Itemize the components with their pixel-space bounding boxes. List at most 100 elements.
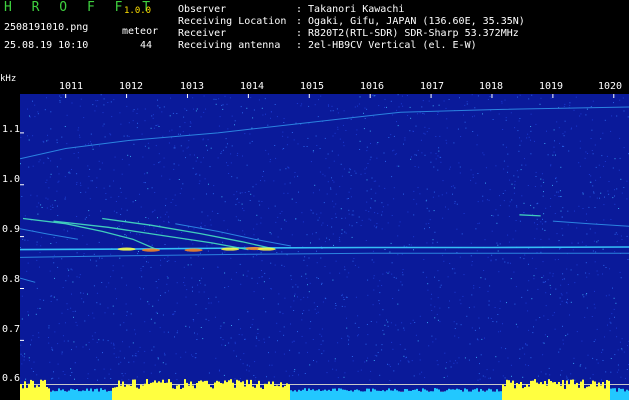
noise-speck (457, 128, 459, 130)
level-bar-sample (548, 379, 550, 400)
noise-speck (618, 208, 620, 209)
noise-speck (593, 192, 595, 194)
noise-speck (293, 300, 295, 302)
noise-speck (231, 278, 232, 280)
noise-speck (508, 205, 510, 207)
noise-speck (516, 170, 518, 172)
noise-speck (438, 280, 440, 282)
noise-speck (47, 157, 49, 159)
noise-speck (502, 258, 504, 260)
noise-speck (379, 314, 381, 316)
noise-speck (112, 265, 114, 267)
noise-speck (21, 196, 23, 197)
noise-speck (487, 290, 489, 292)
level-bar-sample (230, 379, 232, 400)
noise-speck (478, 373, 480, 375)
info-value: : Takanori Kawachi (296, 4, 405, 15)
info-value: : R820T2(RTL-SDR) SDR-Sharp 53.372MHz (296, 28, 519, 39)
level-bar-sample (284, 385, 286, 400)
noise-speck (623, 110, 625, 112)
noise-speck (28, 166, 30, 168)
noise-speck (275, 221, 277, 223)
level-bar-sample (392, 390, 394, 400)
noise-speck (28, 357, 30, 359)
noise-speck (126, 135, 128, 137)
noise-speck (120, 214, 122, 215)
noise-speck (511, 183, 513, 185)
noise-speck (24, 215, 26, 217)
noise-speck (440, 161, 442, 163)
noise-speck (569, 104, 571, 106)
noise-speck (161, 232, 163, 234)
noise-speck (208, 372, 210, 374)
noise-speck (591, 119, 593, 121)
noise-speck (541, 173, 543, 175)
noise-speck (252, 186, 254, 188)
noise-speck (174, 311, 176, 313)
noise-speck (476, 144, 478, 146)
level-bar-sample (574, 384, 576, 400)
noise-speck (480, 354, 482, 356)
noise-speck (186, 289, 188, 291)
noise-speck (28, 360, 30, 362)
noise-speck (33, 361, 35, 363)
noise-speck (396, 121, 397, 123)
noise-speck (329, 272, 331, 274)
noise-speck (180, 188, 182, 190)
noise-speck (598, 164, 600, 166)
noise-speck (103, 98, 105, 100)
noise-speck (526, 137, 528, 139)
x-tick-label: 1014 (240, 81, 265, 92)
noise-speck (192, 290, 193, 292)
noise-speck (85, 216, 87, 218)
noise-speck (414, 154, 416, 156)
noise-speck (195, 357, 197, 359)
noise-speck (221, 151, 223, 153)
noise-speck (53, 254, 55, 256)
noise-speck (479, 327, 480, 329)
noise-speck (556, 191, 558, 193)
noise-speck (136, 233, 138, 235)
noise-speck (499, 300, 501, 302)
noise-speck (482, 200, 484, 202)
noise-speck (133, 109, 135, 111)
noise-speck (563, 278, 565, 280)
noise-speck (565, 301, 567, 303)
noise-speck (134, 355, 136, 357)
noise-speck (582, 193, 584, 195)
noise-speck (191, 354, 192, 356)
noise-speck (282, 148, 284, 150)
noise-speck (605, 371, 607, 373)
noise-speck (424, 126, 426, 128)
noise-speck (149, 330, 151, 332)
noise-speck (611, 313, 613, 315)
noise-speck (496, 321, 498, 323)
noise-speck (93, 253, 95, 255)
noise-speck (109, 133, 111, 135)
noise-speck (528, 329, 530, 331)
level-bar-sample (444, 391, 446, 400)
noise-speck (476, 250, 478, 252)
noise-speck (316, 145, 318, 146)
level-bar-sample (256, 384, 258, 400)
noise-speck (240, 106, 242, 108)
noise-speck (364, 361, 366, 363)
noise-speck (256, 214, 258, 216)
level-bar-sample (120, 385, 122, 400)
noise-speck (507, 171, 508, 173)
level-bar-sample (266, 383, 268, 400)
noise-speck (324, 266, 326, 267)
level-bar-sample (224, 380, 226, 400)
noise-speck (545, 207, 547, 209)
noise-speck (591, 316, 593, 317)
level-bar-sample (152, 382, 154, 400)
level-bar-sample (456, 388, 458, 400)
noise-speck (550, 165, 552, 167)
noise-speck (91, 180, 93, 182)
noise-speck (56, 139, 58, 141)
noise-speck (432, 239, 434, 241)
noise-speck (20, 163, 21, 165)
noise-speck (429, 219, 431, 221)
noise-speck (626, 235, 628, 237)
level-bar-sample (622, 388, 624, 400)
